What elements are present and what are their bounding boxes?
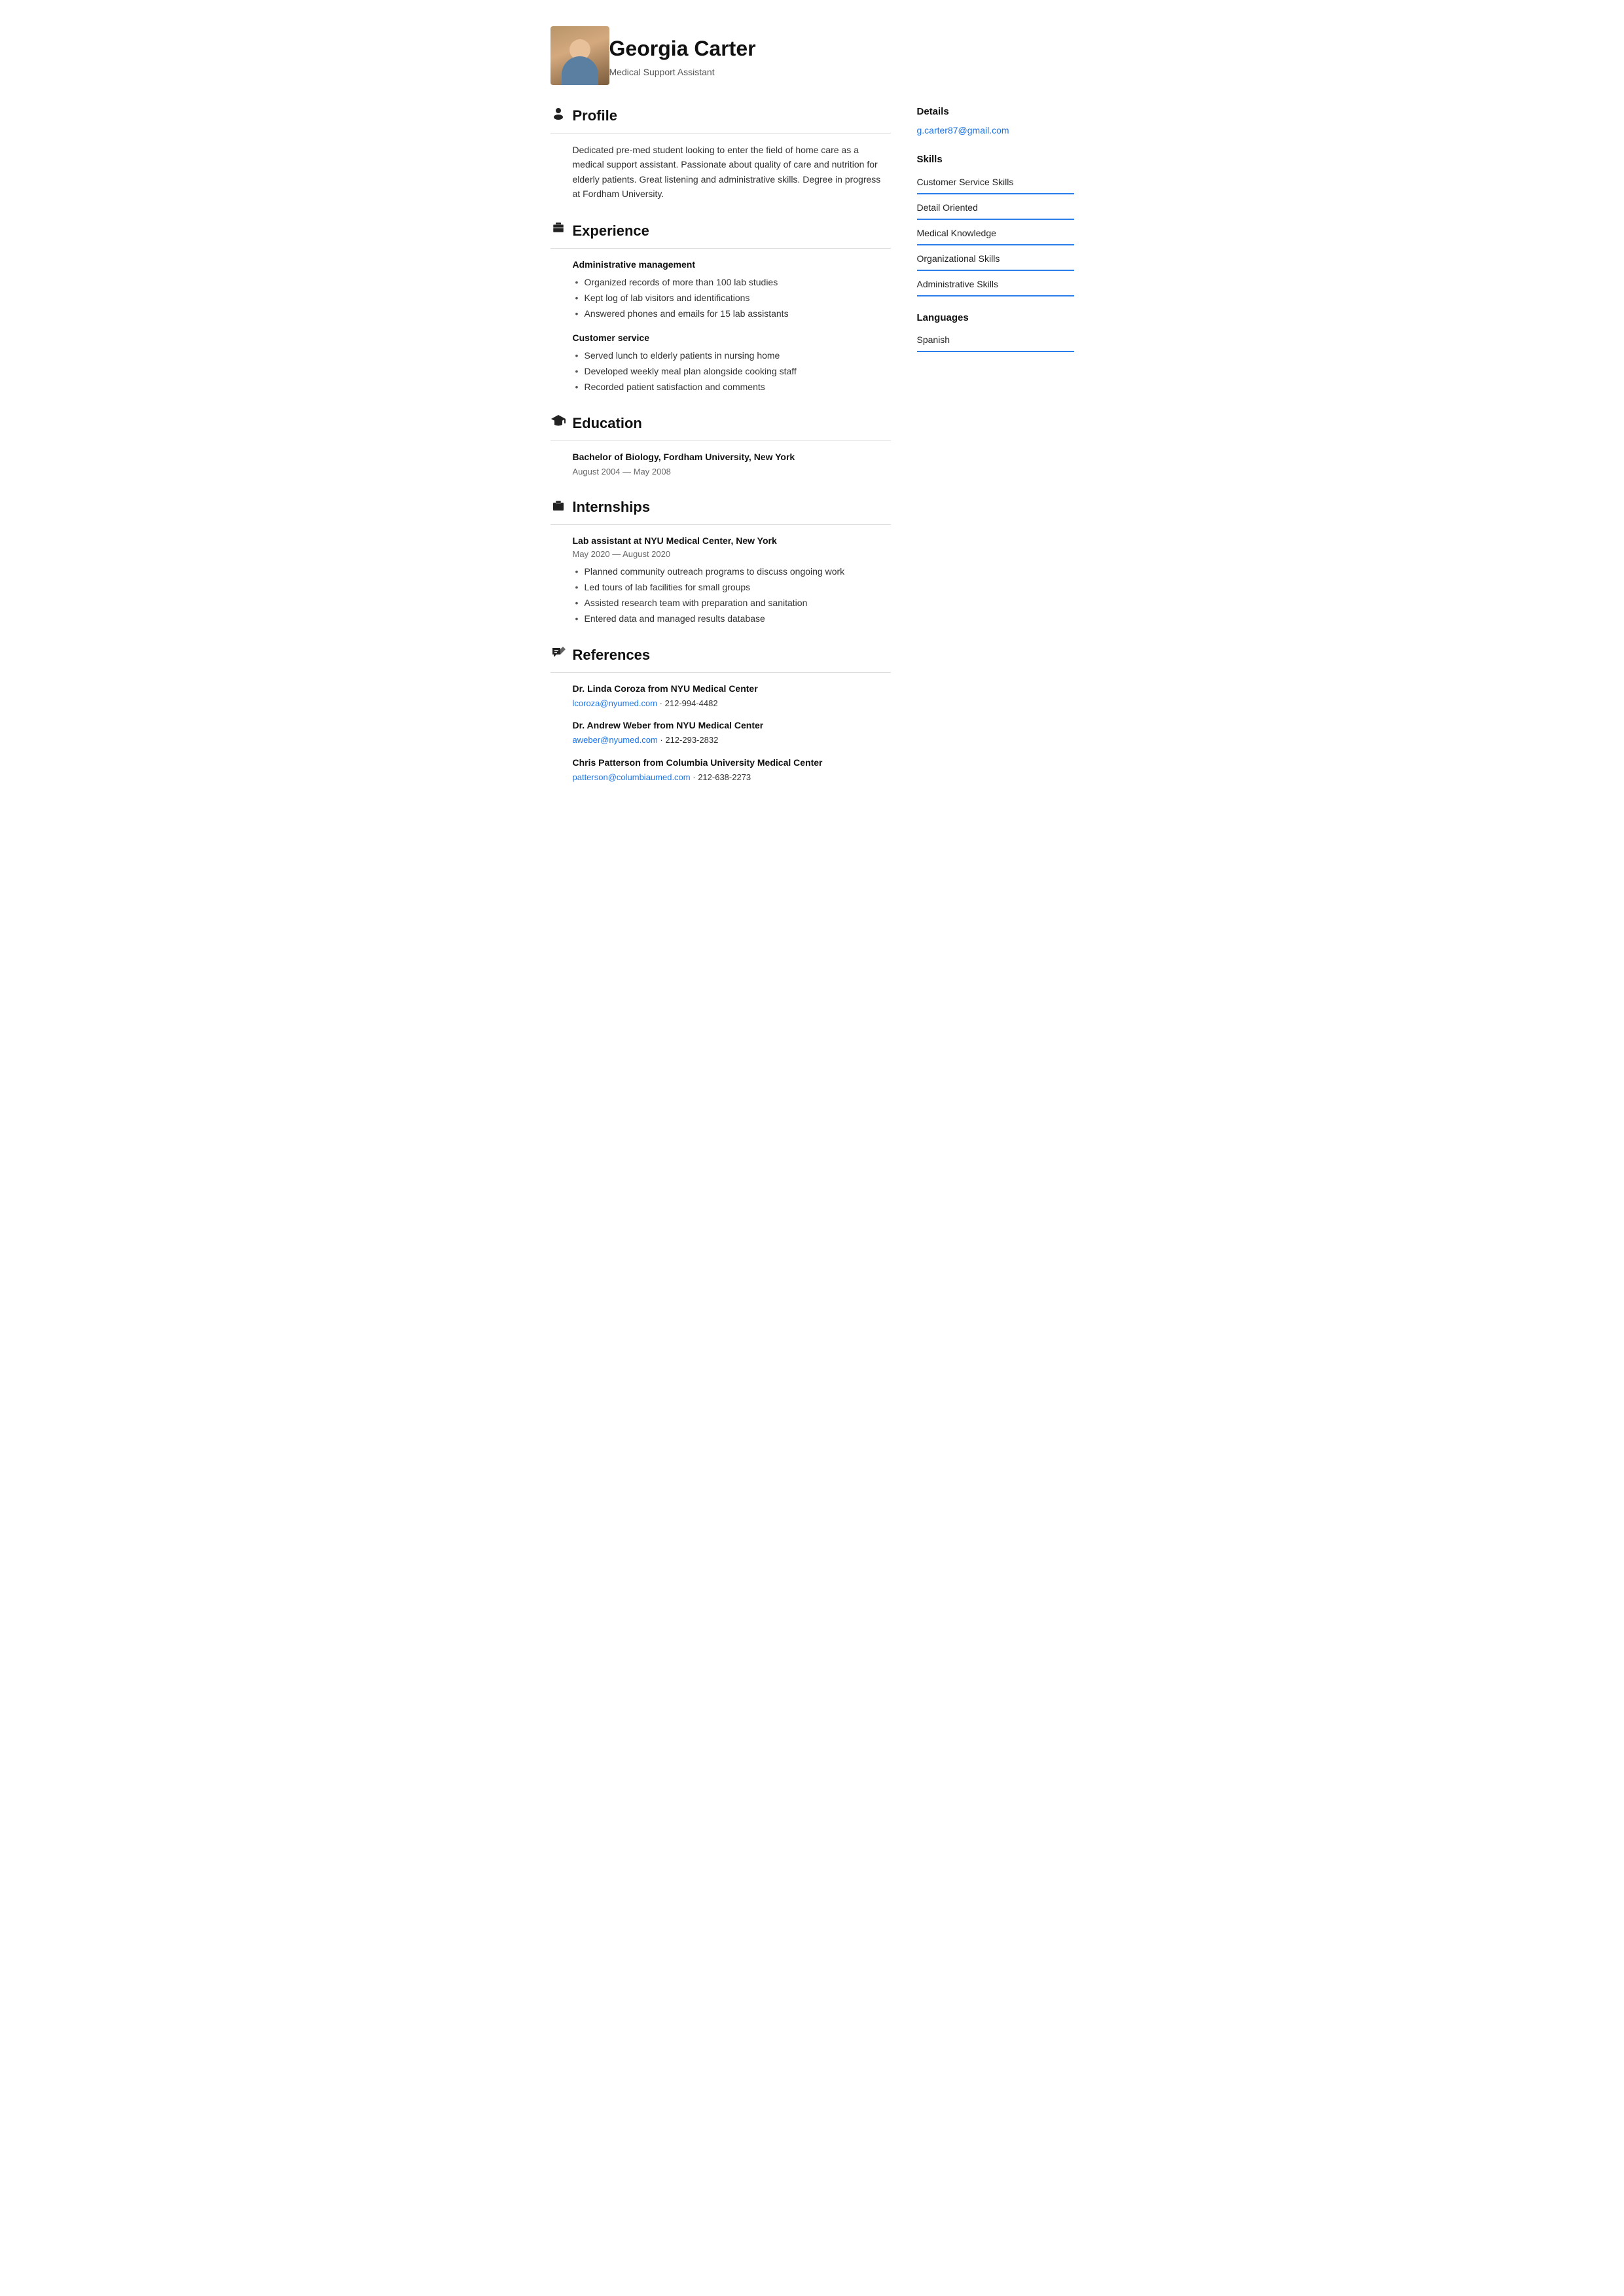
- exp-item-1-0: Served lunch to elderly patients in nurs…: [573, 349, 891, 363]
- left-column: Profile Dedicated pre-med student lookin…: [550, 105, 891, 802]
- ref-block-2: Chris Patterson from Columbia University…: [550, 756, 891, 784]
- ref-name-2: Chris Patterson from Columbia University…: [573, 756, 891, 770]
- intern-title-0: Lab assistant at NYU Medical Center, New…: [573, 534, 891, 548]
- skill-2: Medical Knowledge: [917, 223, 1074, 245]
- exp-list-0: Organized records of more than 100 lab s…: [573, 276, 891, 321]
- exp-block-1: Customer service Served lunch to elderly…: [550, 331, 891, 394]
- experience-divider: [550, 248, 891, 249]
- references-icon: [550, 645, 566, 664]
- profile-section: Profile Dedicated pre-med student lookin…: [550, 105, 891, 202]
- ref-contact-2: patterson@columbiaumed.com · 212-638-227…: [573, 771, 891, 784]
- education-divider: [550, 440, 891, 441]
- ref-email-2[interactable]: patterson@columbiaumed.com: [573, 772, 691, 782]
- intern-item-0-0: Planned community outreach programs to d…: [573, 565, 891, 579]
- details-section: Details g.carter87@gmail.com: [917, 105, 1074, 138]
- email-link[interactable]: g.carter87@gmail.com: [917, 125, 1009, 135]
- header-info: Georgia Carter Medical Support Assistant: [609, 33, 756, 79]
- languages-title: Languages: [917, 311, 1074, 326]
- ref-name-0: Dr. Linda Coroza from NYU Medical Center: [573, 682, 891, 696]
- skill-4: Administrative Skills: [917, 274, 1074, 296]
- exp-block-0: Administrative management Organized reco…: [550, 258, 891, 321]
- ref-name-1: Dr. Andrew Weber from NYU Medical Center: [573, 719, 891, 732]
- edu-degree: Bachelor of Biology, Fordham University,…: [573, 450, 891, 464]
- experience-section: Experience Administrative management Org…: [550, 220, 891, 394]
- references-title: References: [573, 644, 651, 666]
- internships-section: Internships Lab assistant at NYU Medical…: [550, 496, 891, 626]
- ref-phone-1: 212-293-2832: [665, 735, 718, 745]
- profile-text: Dedicated pre-med student looking to ent…: [550, 143, 891, 202]
- intern-block-0: Lab assistant at NYU Medical Center, New…: [550, 534, 891, 626]
- experience-icon: [550, 221, 566, 240]
- ref-email-1[interactable]: aweber@nyumed.com: [573, 735, 658, 745]
- exp-item-0-0: Organized records of more than 100 lab s…: [573, 276, 891, 289]
- language-0: Spanish: [917, 329, 1074, 352]
- experience-header: Experience: [550, 220, 891, 242]
- avatar: [550, 26, 609, 85]
- intern-list-0: Planned community outreach programs to d…: [573, 565, 891, 626]
- ref-phone-2: 212-638-2273: [698, 772, 751, 782]
- skills-section: Skills Customer Service Skills Detail Or…: [917, 152, 1074, 296]
- education-title: Education: [573, 412, 642, 434]
- profile-divider: [550, 133, 891, 134]
- candidate-name: Georgia Carter: [609, 33, 756, 64]
- internships-divider: [550, 524, 891, 525]
- profile-header: Profile: [550, 105, 891, 126]
- internships-title: Internships: [573, 496, 651, 518]
- intern-item-0-3: Entered data and managed results databas…: [573, 612, 891, 626]
- ref-phone-0: 212-994-4482: [665, 698, 718, 708]
- profile-title: Profile: [573, 105, 617, 126]
- exp-item-1-1: Developed weekly meal plan alongside coo…: [573, 365, 891, 378]
- profile-icon: [550, 107, 566, 125]
- ref-dot-2: ·: [693, 772, 698, 782]
- intern-item-0-1: Led tours of lab facilities for small gr…: [573, 581, 891, 594]
- internships-icon: [550, 498, 566, 516]
- ref-dot-0: ·: [660, 698, 665, 708]
- references-divider: [550, 672, 891, 673]
- exp-item-0-1: Kept log of lab visitors and identificat…: [573, 291, 891, 305]
- experience-title: Experience: [573, 220, 649, 242]
- ref-block-1: Dr. Andrew Weber from NYU Medical Center…: [550, 719, 891, 747]
- internships-header: Internships: [550, 496, 891, 518]
- languages-section: Languages Spanish: [917, 311, 1074, 353]
- ref-block-0: Dr. Linda Coroza from NYU Medical Center…: [550, 682, 891, 710]
- avatar-body: [562, 56, 598, 85]
- resume-page: Georgia Carter Medical Support Assistant…: [518, 0, 1107, 841]
- education-header: Education: [550, 412, 891, 434]
- edu-date: August 2004 — May 2008: [573, 465, 891, 478]
- exp-item-1-2: Recorded patient satisfaction and commen…: [573, 380, 891, 394]
- ref-email-0[interactable]: lcoroza@nyumed.com: [573, 698, 658, 708]
- ref-contact-1: aweber@nyumed.com · 212-293-2832: [573, 734, 891, 747]
- exp-list-1: Served lunch to elderly patients in nurs…: [573, 349, 891, 394]
- references-header: References: [550, 644, 891, 666]
- edu-block: Bachelor of Biology, Fordham University,…: [550, 450, 891, 478]
- main-layout: Profile Dedicated pre-med student lookin…: [550, 105, 1074, 802]
- skill-0: Customer Service Skills: [917, 171, 1074, 194]
- skill-3: Organizational Skills: [917, 248, 1074, 271]
- intern-item-0-2: Assisted research team with preparation …: [573, 596, 891, 610]
- right-column: Details g.carter87@gmail.com Skills Cust…: [917, 105, 1074, 802]
- education-section: Education Bachelor of Biology, Fordham U…: [550, 412, 891, 478]
- education-icon: [550, 414, 566, 432]
- exp-job-title-1: Customer service: [573, 331, 891, 345]
- skill-1: Detail Oriented: [917, 197, 1074, 220]
- candidate-title: Medical Support Assistant: [609, 65, 756, 79]
- avatar-figure: [562, 39, 598, 85]
- header: Georgia Carter Medical Support Assistant: [550, 26, 1074, 85]
- ref-contact-0: lcoroza@nyumed.com · 212-994-4482: [573, 697, 891, 710]
- details-title: Details: [917, 105, 1074, 120]
- exp-item-0-2: Answered phones and emails for 15 lab as…: [573, 307, 891, 321]
- exp-job-title-0: Administrative management: [573, 258, 891, 272]
- intern-date-0: May 2020 — August 2020: [573, 548, 891, 561]
- skills-title: Skills: [917, 152, 1074, 168]
- references-section: References Dr. Linda Coroza from NYU Med…: [550, 644, 891, 784]
